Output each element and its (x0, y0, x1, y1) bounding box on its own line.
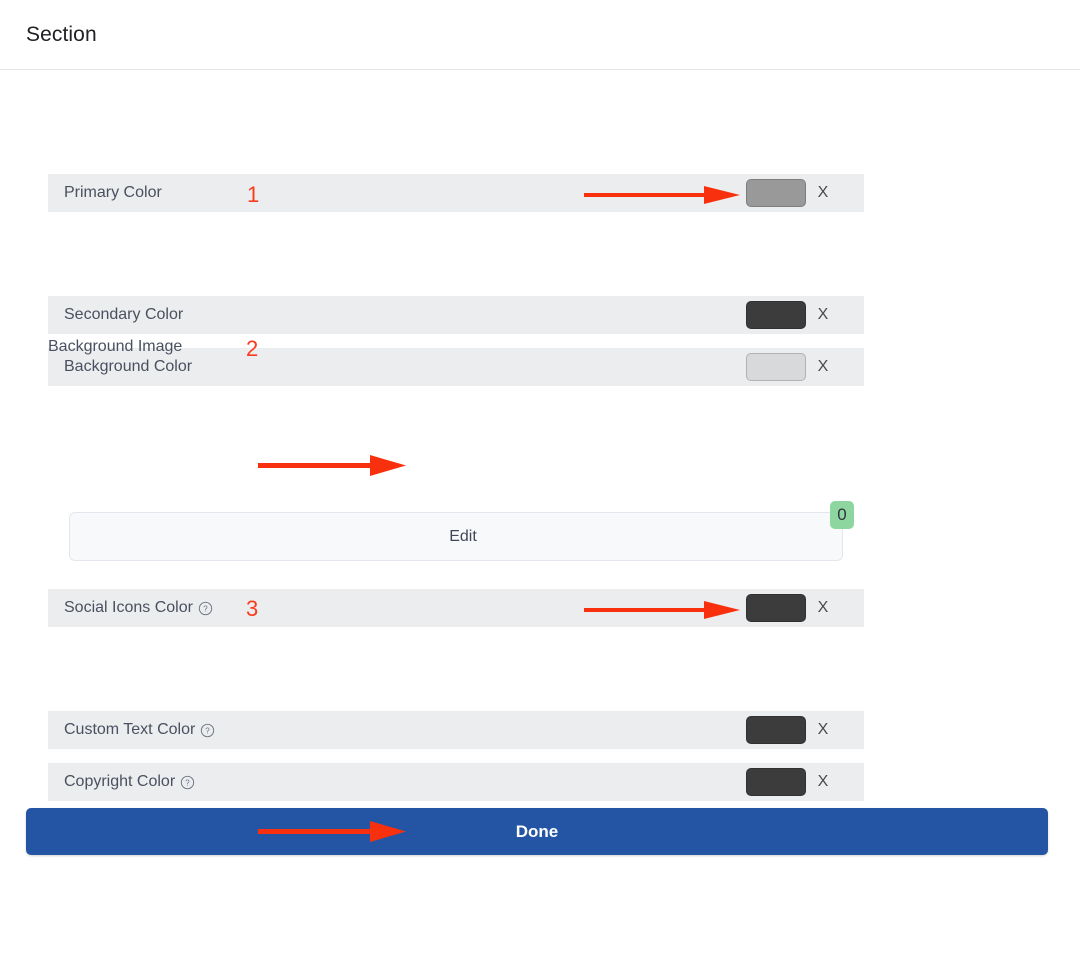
setting-label-custom-text-color: Custom Text Color (64, 721, 196, 738)
settings-content: Primary Color X Secondary Color X Backgr… (0, 70, 1080, 960)
row-tail (840, 174, 864, 212)
color-swatch-primary-color[interactable] (746, 179, 806, 207)
row-tail (840, 711, 864, 749)
row-label: Custom Text Color ? (48, 721, 215, 739)
done-button-label: Done (515, 821, 559, 841)
svg-text:?: ? (203, 604, 208, 613)
row-label: Background Color (48, 358, 192, 376)
setting-row-copyright-color[interactable]: Copyright Color ? X (48, 763, 864, 801)
edit-button-label[interactable]: Edit (449, 528, 477, 546)
setting-label-social-icons-color: Social Icons Color (64, 599, 193, 616)
clear-color-custom-text-color[interactable]: X (806, 722, 840, 738)
clear-color-social-icons-color[interactable]: X (806, 600, 840, 616)
help-circle-icon[interactable]: ? (180, 775, 195, 790)
clear-color-background-color[interactable]: X (806, 359, 840, 375)
annotation-arrow-edit (258, 452, 406, 480)
done-button[interactable]: Done (26, 808, 1048, 855)
row-controls: X (746, 711, 864, 749)
help-circle-icon[interactable]: ? (198, 601, 213, 616)
setting-label-background-color: Background Color (64, 358, 193, 375)
row-tail (840, 763, 864, 801)
svg-text:?: ? (206, 726, 211, 735)
clear-color-secondary-color[interactable]: X (806, 307, 840, 323)
row-label: Secondary Color (48, 306, 183, 324)
color-swatch-custom-text-color[interactable] (746, 716, 806, 744)
image-count-badge: 0 (830, 501, 854, 529)
clear-color-copyright-color[interactable]: X (806, 774, 840, 790)
row-label: Copyright Color ? (48, 773, 195, 791)
color-swatch-background-color[interactable] (746, 353, 806, 381)
row-controls: X (746, 296, 864, 334)
row-controls: X (746, 589, 864, 627)
setting-label-background-image: Background Image (48, 338, 183, 355)
clear-color-primary-color[interactable]: X (806, 185, 840, 201)
row-label: Primary Color (48, 184, 162, 202)
color-swatch-secondary-color[interactable] (746, 301, 806, 329)
page-header: Section (0, 0, 1080, 70)
row-controls: X (746, 763, 864, 801)
setting-row-social-icons-color[interactable]: Social Icons Color ? X (48, 589, 864, 627)
row-tail (840, 589, 864, 627)
row-controls: X (746, 348, 864, 386)
page-title: Section (26, 22, 97, 46)
svg-text:?: ? (185, 778, 190, 787)
color-swatch-social-icons-color[interactable] (746, 594, 806, 622)
row-tail (840, 348, 864, 386)
setting-label-primary-color: Primary Color (64, 184, 162, 201)
help-circle-icon[interactable]: ? (200, 723, 215, 738)
row-tail (840, 296, 864, 334)
row-label: Social Icons Color ? (48, 599, 213, 617)
setting-row-custom-text-color[interactable]: Custom Text Color ? X (48, 711, 864, 749)
color-swatch-copyright-color[interactable] (746, 768, 806, 796)
setting-label-secondary-color: Secondary Color (64, 306, 184, 323)
row-controls: X (746, 174, 864, 212)
setting-row-secondary-color[interactable]: Secondary Color X (48, 296, 864, 334)
background-image-edit-panel[interactable]: Edit (69, 512, 843, 561)
setting-label-copyright-color: Copyright Color (64, 773, 176, 790)
setting-row-primary-color[interactable]: Primary Color X (48, 174, 864, 212)
